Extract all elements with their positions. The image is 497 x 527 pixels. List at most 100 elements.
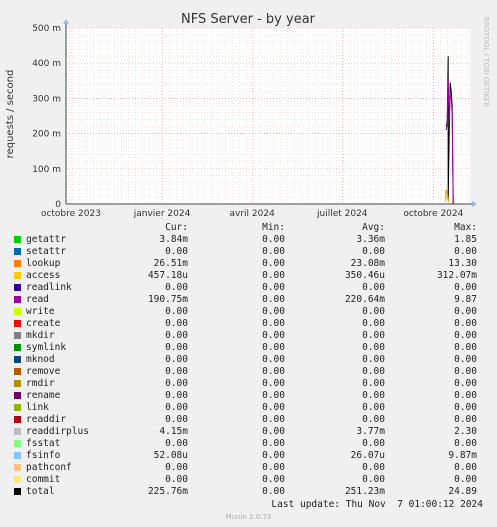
legend-cur: 225.76m [147, 486, 188, 497]
legend-header: Cur: Min: Avg: Max: [0, 222, 497, 234]
legend-max: 0.00 [454, 462, 477, 473]
legend-min: 0.00 [262, 258, 285, 269]
legend-row-readdir: readdir 0.00 0.00 0.00 0.00 [0, 414, 497, 426]
legend-label: setattr [26, 246, 67, 257]
legend-avg: 0.00 [362, 354, 385, 365]
legend-min: 0.00 [262, 234, 285, 245]
header-avg: Avg: [362, 222, 385, 233]
legend-row-mknod: mknod 0.00 0.00 0.00 0.00 [0, 354, 497, 366]
legend-cur: 0.00 [165, 438, 188, 449]
legend-row-lookup: lookup 26.51m 0.00 23.08m 13.30 [0, 258, 497, 270]
legend-swatch [14, 416, 21, 423]
plot-area [66, 28, 470, 204]
legend-label: fsinfo [26, 450, 61, 461]
legend-min: 0.00 [262, 462, 285, 473]
legend-max: 0.00 [454, 282, 477, 293]
legend-min: 0.00 [262, 426, 285, 437]
legend-cur: 4.15m [159, 426, 188, 437]
legend-swatch [14, 320, 21, 327]
legend-label: read [26, 294, 49, 305]
legend-avg: 0.00 [362, 378, 385, 389]
legend-max: 0.00 [454, 438, 477, 449]
legend-label: readdirplus [26, 426, 89, 437]
y-axis-arrow [63, 19, 69, 24]
legend-label: pathconf [26, 462, 72, 473]
legend-swatch [14, 440, 21, 447]
y-tick-label: 100 m [32, 165, 61, 175]
legend-row-rmdir: rmdir 0.00 0.00 0.00 0.00 [0, 378, 497, 390]
legend-avg: 3.36m [356, 234, 385, 245]
legend-row-setattr: setattr 0.00 0.00 0.00 0.00 [0, 246, 497, 258]
legend-swatch [14, 356, 21, 363]
legend-max: 0.00 [454, 378, 477, 389]
legend-swatch [14, 344, 21, 351]
legend-swatch [14, 272, 21, 279]
legend-max: 2.30 [454, 426, 477, 437]
legend-avg: 251.23m [344, 486, 385, 497]
legend-min: 0.00 [262, 366, 285, 377]
legend-avg: 0.00 [362, 330, 385, 341]
chart-title: NFS Server - by year [181, 12, 316, 27]
legend-cur: 0.00 [165, 246, 188, 257]
legend-max: 312.07m [436, 270, 477, 281]
header-min: Min: [262, 222, 285, 233]
legend-cur: 0.00 [165, 390, 188, 401]
legend-row-fsstat: fsstat 0.00 0.00 0.00 0.00 [0, 438, 497, 450]
legend-min: 0.00 [262, 402, 285, 413]
y-axis-label: requests / second [5, 70, 16, 159]
legend-avg: 0.00 [362, 438, 385, 449]
legend-avg: 0.00 [362, 318, 385, 329]
legend-swatch [14, 368, 21, 375]
legend-min: 0.00 [262, 342, 285, 353]
legend-cur: 0.00 [165, 402, 188, 413]
legend-label: fsstat [26, 438, 61, 449]
legend-avg: 0.00 [362, 402, 385, 413]
legend-min: 0.00 [262, 306, 285, 317]
legend-min: 0.00 [262, 486, 285, 497]
legend-avg: 26.07u [350, 450, 385, 461]
legend-min: 0.00 [262, 282, 285, 293]
legend-label: rename [26, 390, 61, 401]
legend-min: 0.00 [262, 270, 285, 281]
legend-cur: 0.00 [165, 282, 188, 293]
legend-cur: 0.00 [165, 366, 188, 377]
legend-label: readdir [26, 414, 67, 425]
legend-min: 0.00 [262, 246, 285, 257]
legend-row-fsinfo: fsinfo 52.08u 0.00 26.07u 9.87m [0, 450, 497, 462]
x-tick-label: octobre 2024 [403, 209, 463, 219]
y-tick-label: 500 m [32, 24, 61, 34]
legend-swatch [14, 488, 21, 495]
legend-max: 0.00 [454, 246, 477, 257]
y-tick-label: 200 m [32, 130, 61, 140]
legend-row-read: read 190.75m 0.00 220.64m 9.87 [0, 294, 497, 306]
legend-row-pathconf: pathconf 0.00 0.00 0.00 0.00 [0, 462, 497, 474]
legend-min: 0.00 [262, 354, 285, 365]
legend-row-rename: rename 0.00 0.00 0.00 0.00 [0, 390, 497, 402]
legend-min: 0.00 [262, 294, 285, 305]
rrdtool-credit: RRDTOOL / TOBI OETIKER [482, 17, 490, 107]
legend-cur: 0.00 [165, 318, 188, 329]
legend-swatch [14, 392, 21, 399]
legend-cur: 0.00 [165, 462, 188, 473]
legend-max: 1.85 [454, 234, 477, 245]
legend-cur: 457.18u [147, 270, 188, 281]
legend-swatch [14, 476, 21, 483]
legend-label: create [26, 318, 61, 329]
legend-avg: 350.46u [344, 270, 385, 281]
legend-swatch [14, 428, 21, 435]
legend-min: 0.00 [262, 414, 285, 425]
legend-row-getattr: getattr 3.84m 0.00 3.36m 1.85 [0, 234, 497, 246]
x-axis-arrow [472, 201, 477, 207]
legend-max: 13.30 [448, 258, 477, 269]
legend-max: 9.87m [448, 450, 477, 461]
legend: Cur: Min: Avg: Max: getattr 3.84m 0.00 3.36… [0, 222, 497, 498]
legend-max: 0.00 [454, 402, 477, 413]
legend-cur: 0.00 [165, 414, 188, 425]
legend-swatch [14, 404, 21, 411]
legend-max: 9.87 [454, 294, 477, 305]
y-tick-label: 300 m [32, 94, 61, 104]
legend-avg: 23.08m [350, 258, 385, 269]
x-tick-label: octobre 2023 [41, 209, 101, 219]
legend-max: 0.00 [454, 342, 477, 353]
legend-min: 0.00 [262, 378, 285, 389]
